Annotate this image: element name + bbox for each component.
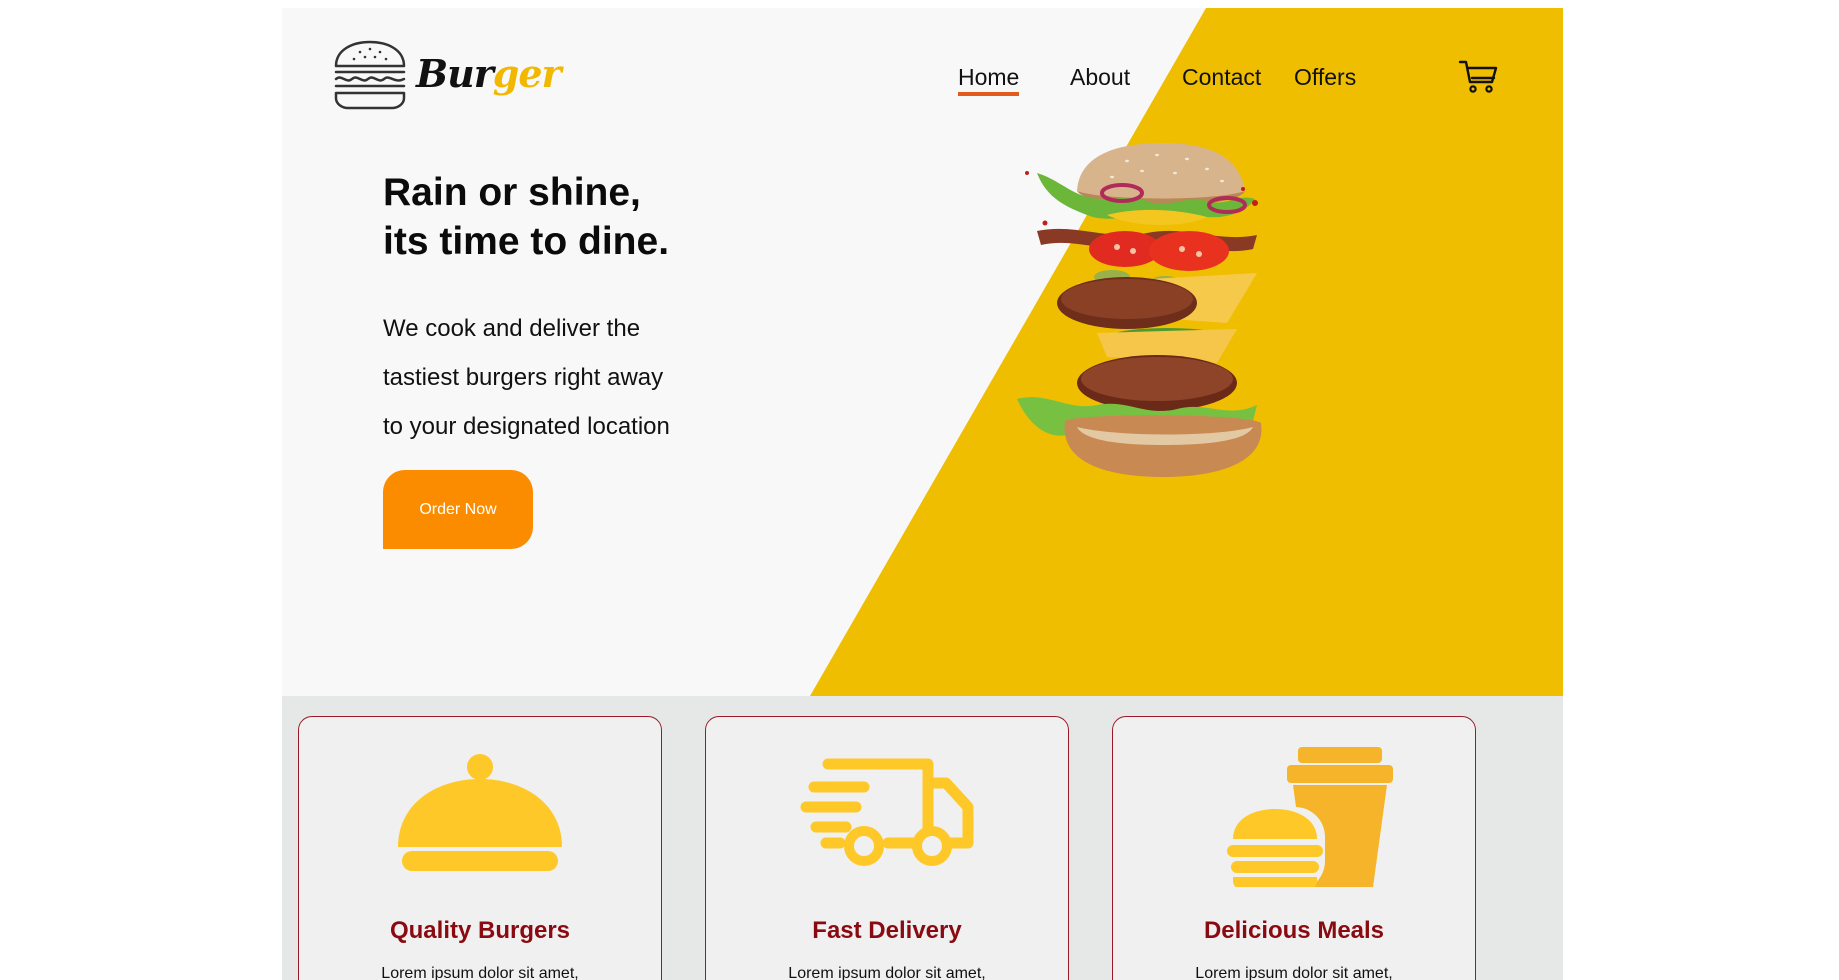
features-section: Quality Burgers Lorem ipsum dolor sit am… [282,696,1563,980]
nav-offers-link[interactable]: Offers [1294,64,1356,91]
feature-text-delivery: Lorem ipsum dolor sit amet, [788,965,986,980]
feature-text-meals: Lorem ipsum dolor sit amet, [1195,965,1393,980]
nav-about-link[interactable]: About [1070,64,1130,91]
burger-and-drink-icon [1227,747,1393,887]
page: Burger Home About Contact Offers Rain or… [282,8,1563,980]
delivery-truck-icon [800,758,974,866]
hero-section: Burger Home About Contact Offers Rain or… [282,8,1563,696]
hero-desc-line3: to your designated location [383,413,670,440]
flying-burger-image [1017,143,1262,477]
hero-desc-line1: We cook and deliver the [383,315,641,342]
feature-text-quality: Lorem ipsum dolor sit amet, [381,965,579,980]
feature-card-meals: Delicious Meals Lorem ipsum dolor sit am… [1112,716,1476,980]
serving-cloche-icon [398,754,562,871]
feature-card-quality: Quality Burgers Lorem ipsum dolor sit am… [298,716,662,980]
feature-card-delivery: Fast Delivery Lorem ipsum dolor sit amet… [705,716,1069,980]
nav-contact-link[interactable]: Contact [1182,64,1261,91]
feature-title-delivery: Fast Delivery [812,917,962,944]
shopping-cart-icon[interactable] [1458,58,1498,94]
nav-home-link[interactable]: Home [958,64,1020,96]
main-nav: Home About Contact Offers [282,58,1563,98]
hero-title-line1: Rain or shine, [383,171,641,214]
feature-title-meals: Delicious Meals [1203,917,1385,944]
hero-title: Rain or shine, its time to dine. [383,168,669,266]
feature-title-quality: Quality Burgers [389,917,571,944]
hero-desc-line2: tastiest burgers right away [383,364,664,391]
hero-description: We cook and deliver the tastiest burgers… [383,304,670,451]
order-now-button[interactable]: Order Now [383,470,533,549]
hero-title-line2: its time to dine. [383,220,670,263]
